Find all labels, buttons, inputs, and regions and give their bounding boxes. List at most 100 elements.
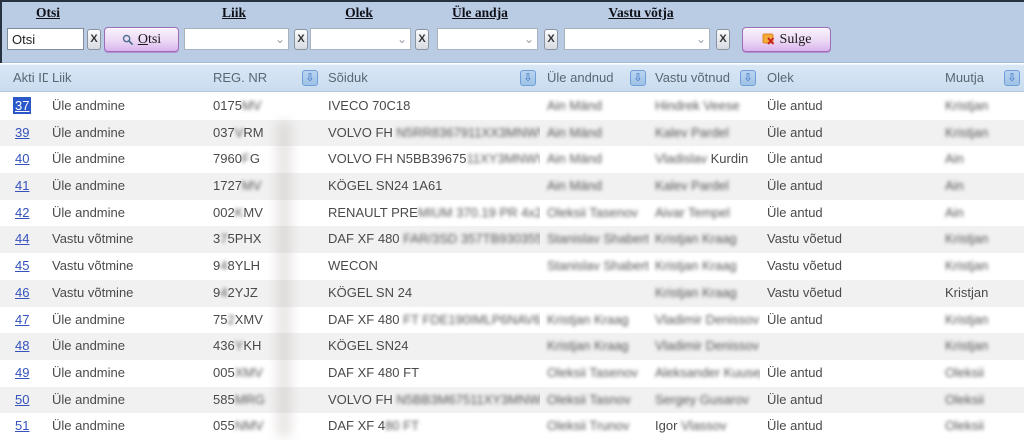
cell-text: 005 xyxy=(213,365,235,380)
cell-soiduk: IVECO 70C18 xyxy=(322,93,540,120)
cell-text: G xyxy=(250,151,260,166)
akti-id-link[interactable]: 51 xyxy=(13,417,31,434)
akti-id-link[interactable]: 37 xyxy=(13,97,31,114)
cell-id: 51 xyxy=(0,413,48,440)
redacted-text: Vladimir Denissov xyxy=(655,338,759,353)
vastu-votja-select[interactable]: ⌄ xyxy=(564,28,710,50)
akti-id-link[interactable]: 39 xyxy=(13,124,31,141)
cell-liik: Vastu võtmine xyxy=(48,253,202,280)
search-input[interactable] xyxy=(7,28,84,50)
table-row: 49Üle andmine005XMVDAF XF 480 FTOleksii … xyxy=(0,360,1024,387)
redacted-text: 4 xyxy=(220,285,227,300)
cell-muutja: Oleksii xyxy=(940,413,1024,440)
column-header-muutja[interactable]: Muutja ⇩ xyxy=(940,65,1024,91)
akti-id-link[interactable]: 50 xyxy=(13,391,31,408)
cell-id: 39 xyxy=(0,120,48,147)
close-button[interactable]: Sulge xyxy=(742,27,831,52)
table-row: 48Üle andmine436YKHKÖGEL SN24Kristjan Kr… xyxy=(0,333,1024,360)
cell-text: 7960 xyxy=(213,151,242,166)
search-button[interactable]: Otsi xyxy=(104,27,179,52)
cell-olek: Üle antud xyxy=(760,146,940,173)
cell-olek: Üle antud xyxy=(760,173,940,200)
column-filter-icon[interactable]: ⇩ xyxy=(302,70,318,86)
redacted-text: Oleksii Trunov xyxy=(547,418,629,433)
olek-select[interactable]: ⌄ xyxy=(310,28,411,50)
cell-vastu: Sergey Gusarov xyxy=(650,387,760,414)
cell-text: KH xyxy=(243,338,261,353)
cell-id: 41 xyxy=(0,173,48,200)
cell-id: 48 xyxy=(0,333,48,360)
cell-soiduk: VOLVO FH N5BB3967511XY3MNWVU xyxy=(322,146,540,173)
column-header-olek[interactable]: Olek xyxy=(760,65,940,91)
chevron-down-icon: ⌄ xyxy=(275,30,285,48)
column-header-reg[interactable]: REG. NR⇩ xyxy=(202,65,322,91)
akti-id-link[interactable]: 46 xyxy=(13,284,31,301)
column-header-vastu[interactable]: Vastu võtnud⇩ xyxy=(650,65,760,91)
redacted-text: Ain Mänd xyxy=(547,125,602,140)
column-filter-icon[interactable]: ⇩ xyxy=(520,70,536,86)
redacted-text: Ain xyxy=(945,151,964,166)
column-header-yle[interactable]: Üle andnud⇩ xyxy=(540,65,650,91)
akti-id-link[interactable]: 48 xyxy=(13,337,31,354)
column-header-soiduk[interactable]: Sõiduk⇩ xyxy=(322,65,540,91)
clear-liik-button[interactable]: X xyxy=(294,29,308,50)
column-header-label: Muutja xyxy=(945,70,984,85)
cell-id: 40 xyxy=(0,146,48,173)
cell-liik: Üle andmine xyxy=(48,360,202,387)
redacted-text: Kristjan xyxy=(945,312,988,327)
column-header-label: Liik xyxy=(52,70,72,85)
redacted-text: N5RR8367911XX3MNWVU xyxy=(396,125,540,140)
table-row: 46Vastu võtmine942YJZKÖGEL SN 24Kristjan… xyxy=(0,280,1024,307)
yle-andja-select[interactable]: ⌄ xyxy=(437,28,538,50)
chevron-down-icon: ⌄ xyxy=(524,30,534,48)
cell-id: 47 xyxy=(0,307,48,334)
liik-select[interactable]: ⌄ xyxy=(184,28,289,50)
cell-olek: Üle antud xyxy=(760,307,940,334)
column-header-liik[interactable]: Liik xyxy=(48,65,202,91)
akti-id-link[interactable]: 42 xyxy=(13,204,31,221)
cell-olek: Vastu võetud xyxy=(760,253,940,280)
cell-text: 436 xyxy=(213,338,235,353)
redacted-text: Kristjan Kraag xyxy=(655,285,737,300)
column-header-id[interactable]: Akti ID xyxy=(0,65,48,91)
column-filter-icon[interactable]: ⇩ xyxy=(740,70,756,86)
akti-id-link[interactable]: 41 xyxy=(13,177,31,194)
cell-reg: 005XMV xyxy=(202,360,322,387)
column-header-label: Olek xyxy=(767,70,794,85)
akti-id-link[interactable]: 45 xyxy=(13,257,31,274)
akti-id-link[interactable]: 40 xyxy=(13,150,31,167)
cell-text: DAF XF 4 xyxy=(328,418,385,433)
cell-text: Kurdin xyxy=(711,151,749,166)
cell-muutja: Kristjan xyxy=(940,307,1024,334)
redacted-text: MRG xyxy=(235,392,265,407)
cell-reg: 375PHX xyxy=(202,226,322,253)
cell-muutja: Kristjan xyxy=(940,333,1024,360)
cell-text: DAF XF 480 xyxy=(328,312,403,327)
column-filter-icon[interactable]: ⇩ xyxy=(630,70,646,86)
clear-yle-andja-button[interactable]: X xyxy=(544,29,558,50)
cell-liik: Vastu võtmine xyxy=(48,226,202,253)
redacted-text: Aleksander Kuusep xyxy=(655,365,760,380)
redacted-text: Oleksii Tasenov xyxy=(547,365,638,380)
cell-olek: Vastu võetud xyxy=(760,226,940,253)
search-button-label: Otsi xyxy=(138,32,161,48)
column-filter-icon[interactable]: ⇩ xyxy=(1004,70,1020,86)
akti-id-link[interactable]: 44 xyxy=(13,230,31,247)
cell-text: 1727 xyxy=(213,178,242,193)
filter-label-vastu-votja: Vastu võtja xyxy=(608,5,673,21)
cell-olek: Üle antud xyxy=(760,360,940,387)
cell-soiduk: DAF XF 480 FT FDE190IMLP6NAV6122L xyxy=(322,307,540,334)
table-row: 51Üle andmine055NMVDAF XF 480 FTOleksii … xyxy=(0,413,1024,440)
akti-id-link[interactable]: 49 xyxy=(13,364,31,381)
clear-olek-button[interactable]: X xyxy=(415,29,429,50)
clear-search-button[interactable]: X xyxy=(87,29,101,50)
clear-vastu-votja-button[interactable]: X xyxy=(716,29,730,50)
akti-id-link[interactable]: 47 xyxy=(13,311,31,328)
table-row: 37Üle andmine0175MVIVECO 70C18Ain MändHi… xyxy=(0,93,1024,120)
table-header: Akti ID Liik REG. NR⇩Sõiduk⇩Üle andnud⇩Vas… xyxy=(0,64,1024,92)
cell-yle: Ain Mänd xyxy=(540,120,650,147)
cell-id: 49 xyxy=(0,360,48,387)
redacted-text: Oleksii Tasnov xyxy=(547,392,631,407)
cell-olek: Üle antud xyxy=(760,120,940,147)
redacted-text: Kristjan Kraag xyxy=(655,258,737,273)
